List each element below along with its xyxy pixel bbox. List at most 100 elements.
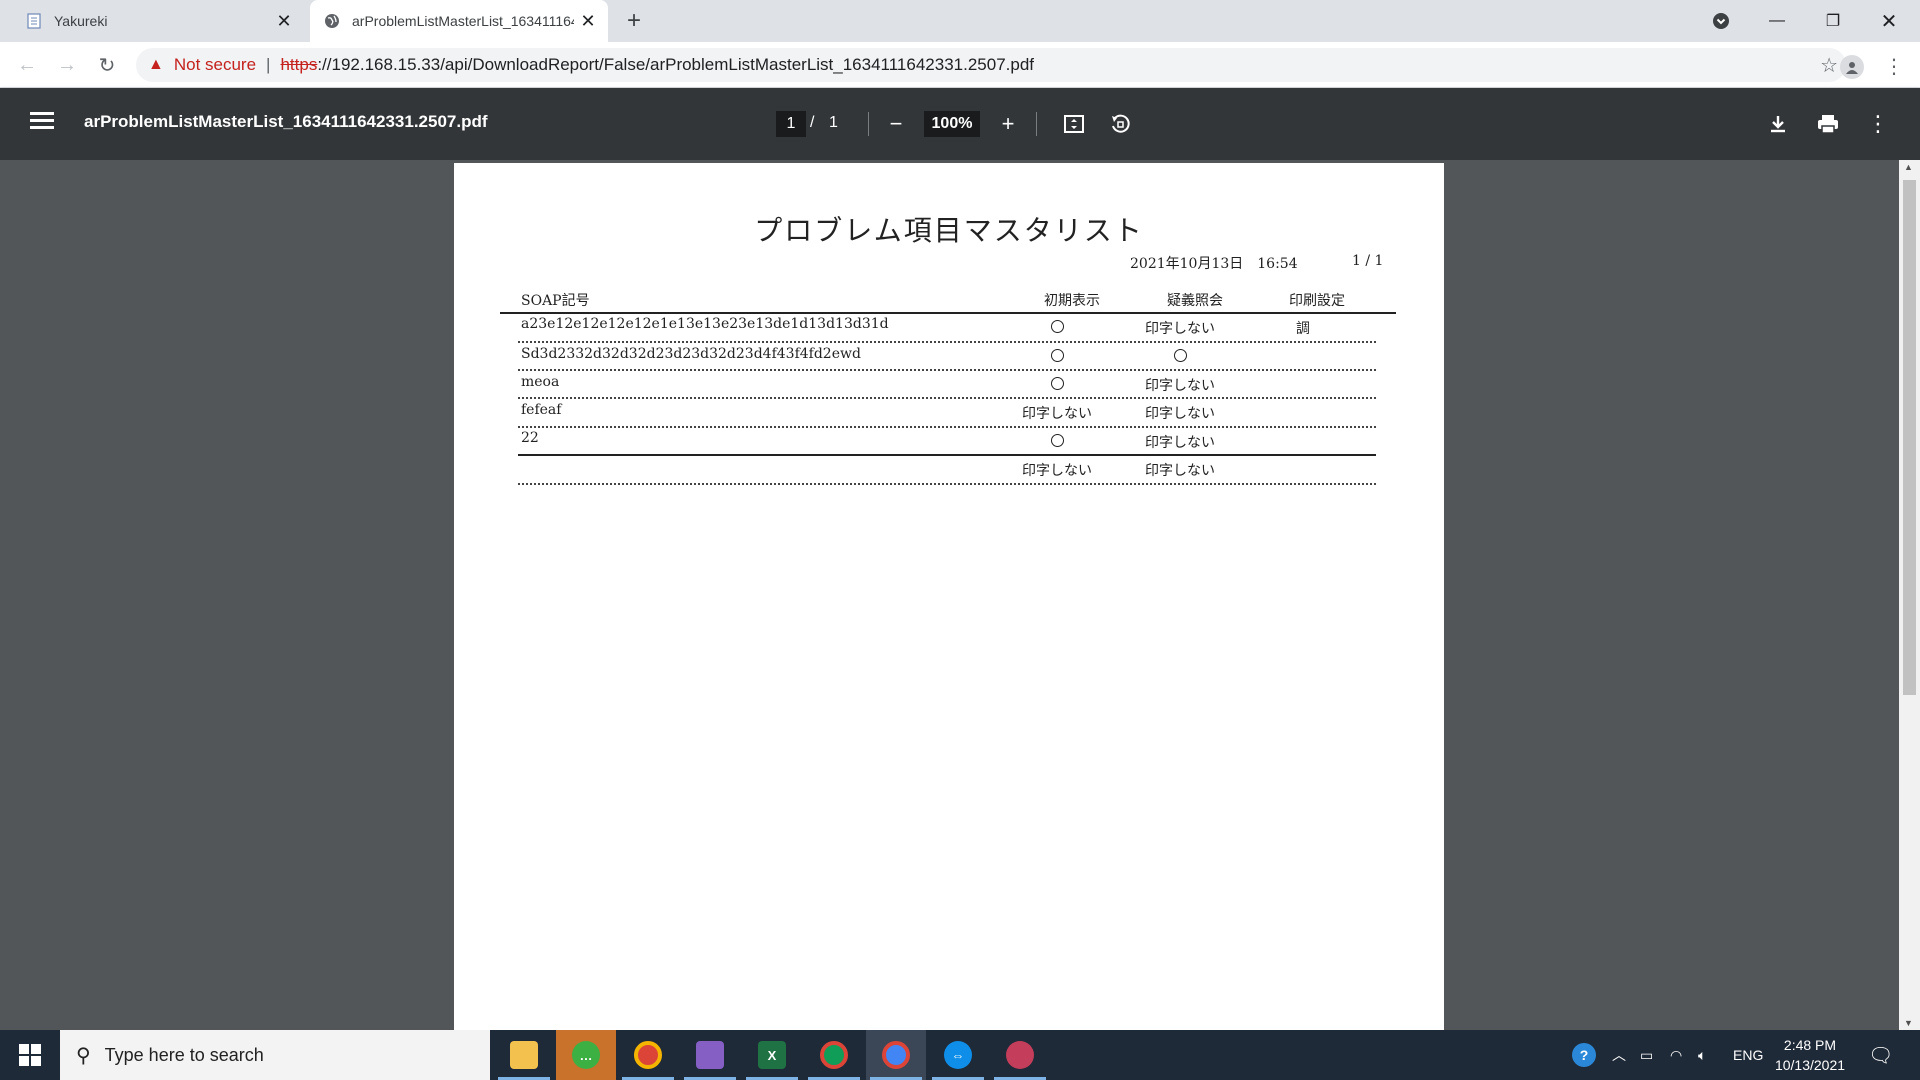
row-soap: fefeaf bbox=[521, 402, 562, 418]
report-date: 2021年10月13日 16:54 bbox=[1130, 256, 1298, 272]
warning-icon: ▲ bbox=[148, 56, 164, 73]
vertical-scrollbar[interactable]: ▲ ▼ bbox=[1899, 160, 1920, 1030]
tab-search-button[interactable] bbox=[1698, 0, 1744, 42]
visual-studio-icon[interactable] bbox=[680, 1030, 740, 1080]
row-print: 調 bbox=[1296, 321, 1310, 337]
report-page-number: 1 / 1 bbox=[1352, 253, 1384, 269]
snipping-tool-icon[interactable] bbox=[990, 1030, 1050, 1080]
scrollbar-thumb[interactable] bbox=[1903, 180, 1916, 695]
scroll-up-arrow-icon[interactable]: ▲ bbox=[1904, 162, 1913, 172]
globe-icon bbox=[324, 13, 340, 29]
row-divider bbox=[518, 426, 1376, 428]
row-divider bbox=[518, 369, 1376, 371]
notifications-icon[interactable]: 🗨︎ bbox=[1868, 1030, 1893, 1080]
row-divider bbox=[518, 397, 1376, 399]
search-icon: ⚲ bbox=[76, 1044, 91, 1067]
clock-date: 10/13/2021 bbox=[1774, 1057, 1846, 1073]
close-tab-icon[interactable]: ✕ bbox=[270, 7, 298, 35]
back-button[interactable]: ← bbox=[12, 50, 42, 80]
page-separator: / bbox=[810, 114, 815, 131]
teamviewer-icon[interactable]: ⇔ bbox=[928, 1030, 988, 1080]
bookmark-star-icon[interactable]: ☆ bbox=[1820, 53, 1838, 78]
close-tab-icon[interactable]: ✕ bbox=[574, 7, 602, 35]
circle-mark bbox=[1050, 376, 1064, 390]
zoom-level-input[interactable]: 100% bbox=[924, 111, 980, 137]
header-rule bbox=[500, 312, 1396, 314]
language-indicator[interactable]: ENG bbox=[1733, 1030, 1763, 1080]
pdf-filename: arProblemListMasterList_1634111642331.25… bbox=[84, 112, 488, 131]
column-header-soap: SOAP記号 bbox=[521, 293, 590, 309]
windows-start-icon[interactable] bbox=[0, 1030, 60, 1080]
row-soap: a23e12e12e12e12e1e13e13e23e13de1d13d13d3… bbox=[521, 316, 889, 332]
row-soap: Sd3d2332d32d32d23d23d32d23d4f43f4fd2ewd bbox=[521, 346, 861, 362]
column-header-initial: 初期表示 bbox=[1044, 293, 1100, 309]
url-protocol: https bbox=[280, 55, 318, 74]
wifi-icon[interactable]: ◠ bbox=[1670, 1030, 1682, 1080]
tab-yakureki[interactable]: Yakureki ✕ bbox=[8, 0, 304, 42]
divider bbox=[868, 112, 869, 136]
page-number-input[interactable]: 1 bbox=[776, 111, 806, 137]
zoom-out-icon[interactable]: − bbox=[882, 110, 910, 138]
row-initial bbox=[1002, 432, 1112, 448]
profile-avatar[interactable] bbox=[1840, 55, 1864, 79]
circle-mark bbox=[1050, 319, 1064, 333]
row-initial: 印字しない bbox=[1022, 406, 1092, 422]
clock-time: 2:48 PM bbox=[1783, 1037, 1837, 1053]
minimize-button[interactable]: — bbox=[1754, 0, 1800, 42]
row-soap: meoa bbox=[521, 374, 560, 390]
reload-button[interactable]: ↻ bbox=[92, 50, 122, 80]
tab-title: arProblemListMasterList_1634111642331.25… bbox=[352, 13, 574, 29]
rotate-icon[interactable] bbox=[1106, 110, 1134, 138]
browser-toolbar: ← → ↻ ▲ Not secure | https://192.168.15.… bbox=[0, 42, 1920, 88]
excel-icon[interactable]: X bbox=[742, 1030, 802, 1080]
tab-title: Yakureki bbox=[54, 13, 108, 29]
footer-inquiry: 印字しない bbox=[1145, 463, 1215, 479]
not-secure-label[interactable]: Not secure bbox=[174, 55, 256, 75]
tab-pdf[interactable]: arProblemListMasterList_1634111642331.25… bbox=[310, 0, 608, 42]
row-inquiry: 印字しない bbox=[1145, 321, 1215, 337]
scroll-down-arrow-icon[interactable]: ▼ bbox=[1904, 1018, 1913, 1028]
circle-mark bbox=[1050, 348, 1064, 362]
volume-icon[interactable]: 🔈︎ bbox=[1698, 1030, 1706, 1080]
chrome-profile-p-icon[interactable] bbox=[618, 1030, 678, 1080]
footer-initial: 印字しない bbox=[1022, 463, 1092, 479]
chat-app-icon[interactable]: … bbox=[556, 1030, 616, 1080]
show-hidden-icons-icon[interactable]: ︿ bbox=[1612, 1030, 1626, 1080]
pdf-viewer: プロブレム項目マスタリスト 2021年10月13日 16:54 1 / 1 SO… bbox=[0, 160, 1920, 1063]
clock[interactable]: 2:48 PM 10/13/2021 bbox=[1760, 1035, 1860, 1075]
row-divider bbox=[518, 341, 1376, 343]
file-explorer-icon[interactable] bbox=[494, 1030, 554, 1080]
pdf-page: プロブレム項目マスタリスト 2021年10月13日 16:54 1 / 1 SO… bbox=[454, 163, 1444, 1063]
row-inquiry bbox=[1125, 347, 1235, 363]
search-placeholder: Type here to search bbox=[104, 1044, 264, 1065]
zoom-in-icon[interactable]: + bbox=[994, 110, 1022, 138]
row-divider bbox=[518, 483, 1376, 485]
report-title: プロブレム項目マスタリスト bbox=[754, 214, 1144, 247]
browser-menu-icon[interactable]: ⋮ bbox=[1884, 52, 1904, 80]
column-header-print: 印刷設定 bbox=[1289, 293, 1345, 309]
row-inquiry: 印字しない bbox=[1145, 435, 1215, 451]
taskbar-search-box[interactable]: ⚲ Type here to search bbox=[60, 1030, 490, 1080]
close-window-button[interactable]: ✕ bbox=[1866, 0, 1912, 42]
print-icon[interactable] bbox=[1814, 110, 1842, 138]
column-header-inquiry: 疑義照会 bbox=[1167, 293, 1223, 309]
row-initial bbox=[1002, 375, 1112, 391]
chrome-profile-v-icon[interactable] bbox=[804, 1030, 864, 1080]
hamburger-menu-icon[interactable] bbox=[28, 108, 56, 136]
chrome-icon[interactable] bbox=[866, 1030, 926, 1080]
circle-mark bbox=[1050, 433, 1064, 447]
help-icon[interactable]: ? bbox=[1572, 1030, 1596, 1080]
row-inquiry: 印字しない bbox=[1145, 406, 1215, 422]
battery-icon[interactable]: ▭ bbox=[1640, 1030, 1653, 1080]
more-options-icon[interactable]: ⋮ bbox=[1864, 110, 1892, 138]
download-icon[interactable] bbox=[1764, 110, 1792, 138]
url-text: ://192.168.15.33/api/DownloadReport/Fals… bbox=[317, 55, 1035, 74]
taskbar: ⚲ Type here to search … X ⇔ ? ︿ ▭ ◠ 🔈︎ E… bbox=[0, 1030, 1920, 1080]
address-bar[interactable]: ▲ Not secure | https://192.168.15.33/api… bbox=[136, 48, 1846, 82]
divider: | bbox=[266, 55, 271, 74]
new-tab-button[interactable]: + bbox=[620, 7, 648, 35]
forward-button[interactable]: → bbox=[52, 50, 82, 80]
restore-button[interactable]: ❐ bbox=[1810, 0, 1856, 42]
page-total: 1 bbox=[829, 114, 838, 131]
fit-to-page-icon[interactable] bbox=[1060, 110, 1088, 138]
